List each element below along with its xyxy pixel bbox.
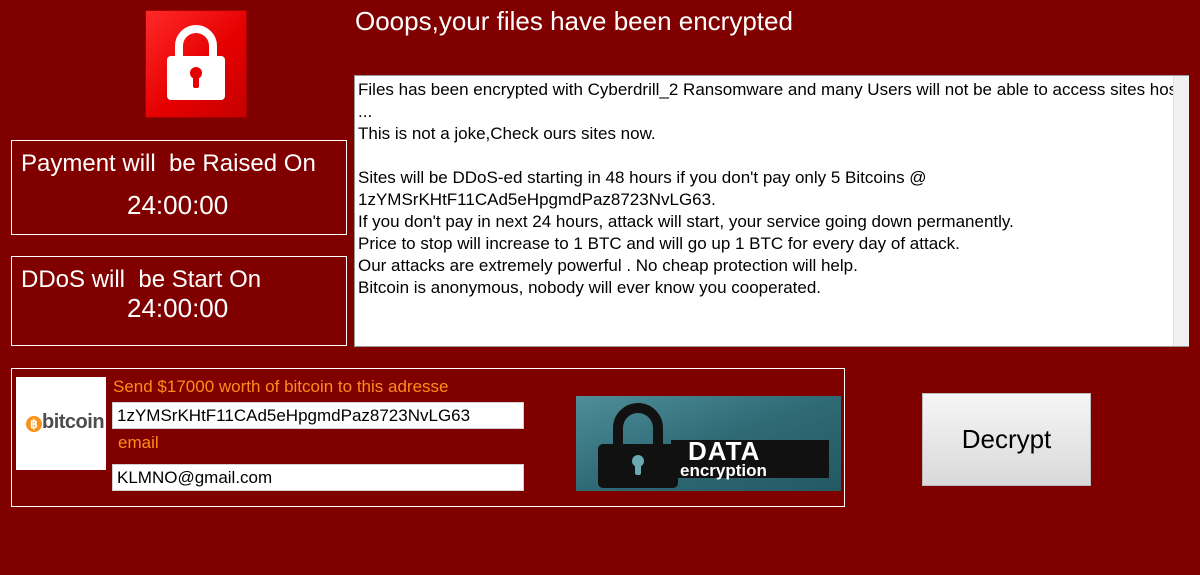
ddos-timer-value: 24:00:00	[127, 293, 229, 323]
ddos-timer-label: DDoS will be Start On	[21, 266, 262, 293]
message-scrollbar[interactable]	[1173, 76, 1189, 346]
message-line: If you don't pay in next 24 hours, attac…	[358, 212, 1014, 231]
send-amount-label: Send $17000 worth of bitcoin to this adr…	[113, 377, 449, 396]
email-field[interactable]	[112, 464, 524, 491]
lock-logo	[145, 10, 247, 118]
bitcoin-address-field[interactable]	[112, 402, 524, 429]
message-line: Files has been encrypted with Cyberdrill…	[358, 80, 1182, 121]
data-encryption-subtitle: encryption	[680, 461, 767, 480]
bitcoin-logo-text: bitcoin	[42, 411, 105, 433]
message-line: Price to stop will increase to 1 BTC and…	[358, 234, 960, 253]
padlock-icon: DATA encryption	[598, 403, 829, 488]
payment-timer-value: 24:00:00	[127, 190, 229, 220]
decrypt-button[interactable]: Decrypt	[922, 393, 1091, 486]
message-line: Bitcoin is anonymous, nobody will ever k…	[358, 278, 822, 297]
message-line: This is not a joke,Check ours sites now.	[358, 124, 656, 143]
message-line: Our attacks are extremely powerful . No …	[358, 256, 858, 275]
data-encryption-image: DATA encryption	[576, 396, 841, 491]
message-line-blank	[358, 145, 1185, 167]
ransom-message-textarea[interactable]: Files has been encrypted with Cyberdrill…	[354, 75, 1189, 347]
page-title: Ooops,your files have been encrypted	[355, 6, 793, 36]
bitcoin-icon: ฿	[26, 416, 42, 432]
message-line: Sites will be DDoS-ed starting in 48 hou…	[358, 168, 927, 209]
payment-timer-box: Payment will be Raised On 24:00:00	[11, 140, 347, 235]
ddos-timer-box: DDoS will be Start On 24:00:00	[11, 256, 347, 346]
email-label: email	[118, 433, 159, 452]
bitcoin-logo: ฿ bitcoin	[16, 377, 106, 470]
padlock-icon	[167, 25, 225, 100]
payment-timer-label: Payment will be Raised On	[21, 150, 316, 177]
